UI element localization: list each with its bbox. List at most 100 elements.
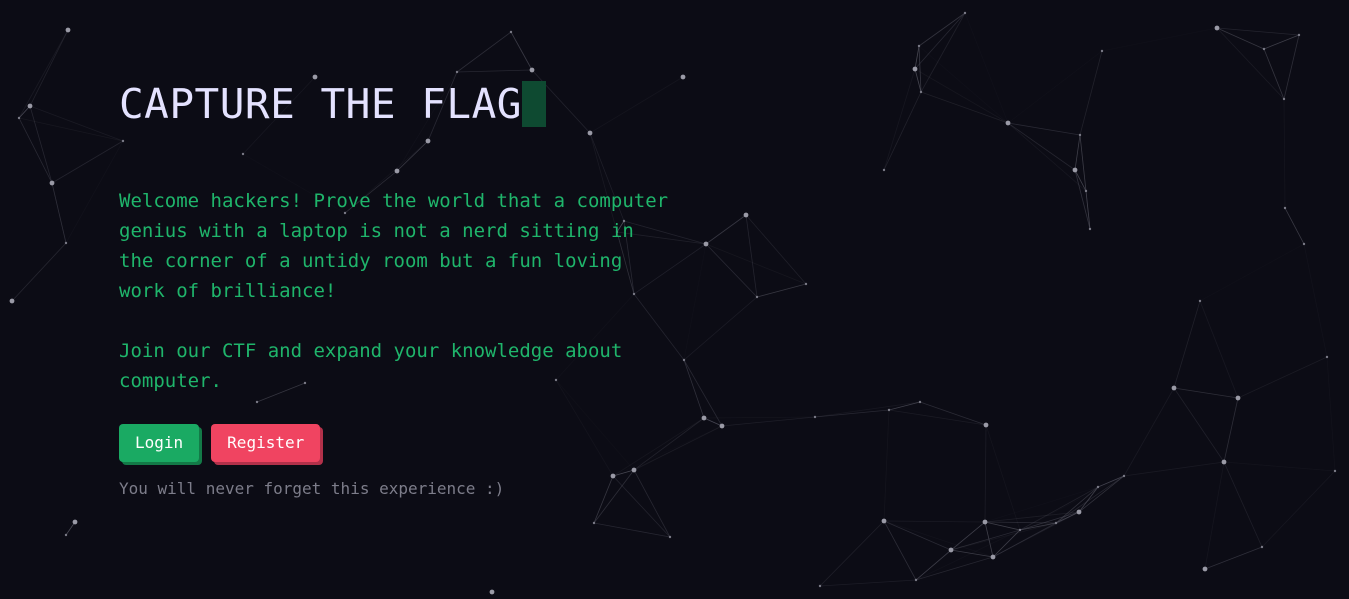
network-line <box>919 401 987 426</box>
network-node <box>64 241 68 245</box>
network-line <box>1223 461 1263 548</box>
network-node <box>668 535 672 539</box>
network-node-large <box>680 74 686 80</box>
network-node <box>1198 299 1202 303</box>
network-line <box>705 243 758 298</box>
network-node <box>1283 206 1287 210</box>
network-line <box>1326 356 1336 472</box>
network-line <box>883 91 922 171</box>
network-node <box>919 90 923 94</box>
network-node-large <box>49 180 55 186</box>
network-line <box>1055 475 1125 524</box>
network-node-large <box>1076 509 1082 515</box>
network-node-large <box>1214 25 1220 31</box>
network-node-large <box>982 519 988 525</box>
network-line <box>1173 387 1239 399</box>
network-line <box>819 579 917 587</box>
hero-section: CAPTURE THE FLAG Welcome hackers! Prove … <box>119 80 679 498</box>
network-node <box>682 358 686 362</box>
network-node-large <box>719 423 725 429</box>
network-node-large <box>312 74 318 80</box>
network-node-large <box>1221 459 1227 465</box>
network-node <box>592 521 596 525</box>
network-line <box>1303 243 1328 358</box>
login-button[interactable]: Login <box>119 424 200 462</box>
register-button[interactable]: Register <box>211 424 321 462</box>
network-node-large <box>529 67 535 73</box>
network-node <box>1302 242 1306 246</box>
network-node <box>455 70 459 74</box>
network-line <box>984 521 1021 531</box>
network-line <box>1074 134 1081 171</box>
network-line <box>510 31 533 71</box>
network-node <box>1018 528 1022 532</box>
network-line <box>1123 387 1175 477</box>
network-line <box>1261 470 1336 548</box>
network-line <box>918 45 1009 124</box>
network-node <box>1325 355 1329 359</box>
network-line <box>756 283 807 298</box>
network-line <box>984 424 987 523</box>
network-line <box>1007 122 1081 136</box>
network-node <box>1088 227 1092 231</box>
network-line <box>814 401 921 418</box>
network-line <box>1237 356 1328 399</box>
network-line <box>51 182 67 244</box>
network-node-large <box>489 589 495 595</box>
network-node <box>1096 485 1100 489</box>
network-line <box>1055 486 1099 524</box>
network-line <box>1199 300 1239 399</box>
network-node-large <box>1072 167 1078 173</box>
network-line <box>1199 243 1305 302</box>
network-node-large <box>912 66 918 72</box>
network-line <box>819 520 885 587</box>
network-line <box>683 243 707 361</box>
network-line <box>29 105 53 184</box>
network-node <box>887 408 891 412</box>
network-node <box>882 168 886 172</box>
network-line <box>1173 300 1201 389</box>
network-node <box>1262 47 1266 51</box>
network-line <box>914 68 1009 124</box>
network-line <box>745 214 807 285</box>
network-node-large <box>72 519 78 525</box>
network-line <box>915 529 1021 581</box>
network-line <box>18 29 69 119</box>
intro-paragraph-1: Welcome hackers! Prove the world that a … <box>119 190 669 302</box>
intro-paragraph-2: Join our CTF and expand your knowledge a… <box>119 340 623 392</box>
network-line <box>814 409 890 418</box>
network-node <box>818 584 822 588</box>
network-line <box>1101 27 1218 52</box>
network-node <box>17 116 21 120</box>
network-node <box>1122 474 1126 478</box>
network-line <box>721 416 816 427</box>
network-line <box>1074 169 1091 230</box>
network-line <box>883 68 916 171</box>
network-line <box>1204 461 1225 570</box>
network-line <box>65 140 124 244</box>
tagline: You will never forget this experience :) <box>119 479 505 498</box>
network-node-large <box>881 518 887 524</box>
network-node-large <box>703 241 709 247</box>
network-node-large <box>701 415 707 421</box>
network-line <box>1007 122 1076 171</box>
network-line <box>683 296 758 361</box>
network-line <box>883 520 986 523</box>
network-line <box>1085 190 1091 230</box>
network-node <box>813 415 817 419</box>
network-node <box>1282 97 1286 101</box>
network-node <box>963 11 967 15</box>
network-node-large <box>983 422 989 428</box>
network-line <box>703 416 816 419</box>
network-node <box>918 400 922 404</box>
network-node <box>1297 33 1301 37</box>
network-line <box>883 409 890 522</box>
network-line <box>705 243 807 285</box>
network-line <box>18 117 53 184</box>
page-title: CAPTURE THE FLAG <box>119 80 522 128</box>
network-line <box>1283 98 1286 209</box>
network-node-large <box>990 554 996 560</box>
network-line <box>914 12 966 70</box>
network-line <box>1283 34 1300 100</box>
